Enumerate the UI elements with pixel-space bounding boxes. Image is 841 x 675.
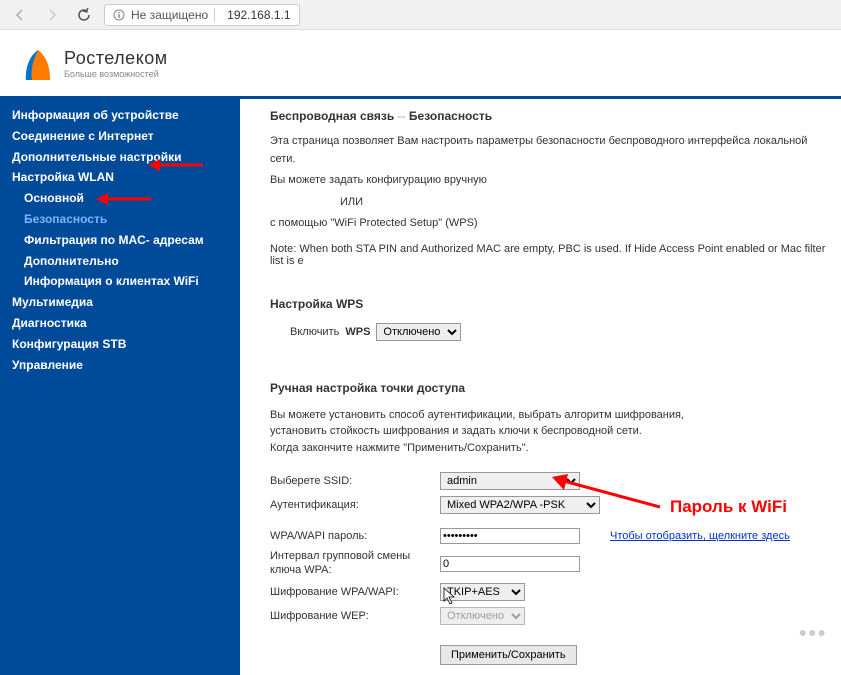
ap-desc-2: установить стойкость шифрования и задать… xyxy=(270,423,831,440)
sidebar-item-wlan-mac-filter[interactable]: Фильтрация по MAC- адресам xyxy=(0,230,240,251)
logo-area: Ростелеком Больше возможностей xyxy=(0,30,841,96)
sidebar-item-diagnostics[interactable]: Диагностика xyxy=(0,313,240,334)
wps-select[interactable]: Отключено xyxy=(376,323,461,341)
breadcrumb: Беспроводная связь -- Безопасность xyxy=(270,109,831,123)
sidebar-item-device-info[interactable]: Информация об устройстве xyxy=(0,105,240,126)
sidebar-item-multimedia[interactable]: Мультимедиа xyxy=(0,292,240,313)
sidebar-item-internet[interactable]: Соединение с Интернет xyxy=(0,126,240,147)
sidebar: Информация об устройстве Соединение с Ин… xyxy=(0,99,240,675)
breadcrumb-sep: -- xyxy=(398,109,406,123)
forward-button[interactable] xyxy=(40,3,64,27)
breadcrumb-part-1: Беспроводная связь xyxy=(270,109,394,123)
encryption-label: Шифрование WPA/WAPI: xyxy=(270,586,440,598)
sidebar-item-wlan-advanced[interactable]: Дополнительно xyxy=(0,251,240,272)
security-label: Не защищено xyxy=(131,8,208,22)
reload-button[interactable] xyxy=(72,3,96,27)
breadcrumb-part-2: Безопасность xyxy=(409,109,492,123)
apply-button[interactable]: Применить/Сохранить xyxy=(440,645,577,665)
ssid-label: Выберете SSID: xyxy=(270,475,440,487)
password-input[interactable] xyxy=(440,528,580,544)
page-desc-1: Эта страница позволяет Вам настроить пар… xyxy=(270,133,831,168)
sidebar-item-wlan-basic[interactable]: Основной xyxy=(0,188,240,209)
page-desc-4: с помощью "WiFi Protected Setup" (WPS) xyxy=(270,215,831,233)
interval-label: Интервал групповой смены ключа WPA: xyxy=(270,550,440,576)
address-bar[interactable]: Не защищено 192.168.1.1 xyxy=(104,4,300,26)
wps-section-title: Настройка WPS xyxy=(270,297,831,311)
ap-desc-3: Когда закончите нажмите "Применить/Сохра… xyxy=(270,440,831,457)
main-content: Беспроводная связь -- Безопасность Эта с… xyxy=(240,99,841,675)
sidebar-item-advanced[interactable]: Дополнительные настройки xyxy=(0,147,240,168)
page-desc-2: Вы можете задать конфигурацию вручную xyxy=(270,172,831,190)
watermark-dots: ●●● xyxy=(799,624,827,640)
ap-section-title: Ручная настройка точки доступа xyxy=(270,381,831,395)
url-divider xyxy=(214,8,215,22)
info-icon xyxy=(113,9,125,21)
wps-enable-label-2: WPS xyxy=(345,326,370,338)
wep-select[interactable]: Отключено xyxy=(440,607,525,625)
brand-name: Ростелеком xyxy=(64,48,168,69)
wep-label: Шифрование WEP: xyxy=(270,610,440,622)
brand-tagline: Больше возможностей xyxy=(64,69,168,79)
page-note: Note: When both STA PIN and Authorized M… xyxy=(270,243,831,267)
back-button[interactable] xyxy=(8,3,32,27)
auth-select[interactable]: Mixed WPA2/WPA -PSK xyxy=(440,496,600,514)
sidebar-item-wlan[interactable]: Настройка WLAN xyxy=(0,167,240,188)
sidebar-item-wlan-security[interactable]: Безопасность xyxy=(0,209,240,230)
ap-desc-1: Вы можете установить способ аутентификац… xyxy=(270,407,831,424)
page-desc-3: ИЛИ xyxy=(270,194,831,212)
sidebar-item-stb[interactable]: Конфигурация STB xyxy=(0,334,240,355)
url-text: 192.168.1.1 xyxy=(221,8,290,22)
auth-label: Аутентификация: xyxy=(270,499,440,511)
sidebar-item-wlan-clients[interactable]: Информация о клиентах WiFi xyxy=(0,271,240,292)
interval-input[interactable] xyxy=(440,556,580,572)
password-label: WPA/WAPI пароль: xyxy=(270,530,440,542)
show-password-link[interactable]: Чтобы отобразить, щелкните здесь xyxy=(610,530,790,542)
rostelecom-logo-icon xyxy=(20,42,56,84)
ssid-select[interactable]: admin xyxy=(440,472,580,490)
browser-toolbar: Не защищено 192.168.1.1 xyxy=(0,0,841,30)
sidebar-item-management[interactable]: Управление xyxy=(0,355,240,376)
wps-enable-label-1: Включить xyxy=(290,326,339,338)
encryption-select[interactable]: TKIP+AES xyxy=(440,583,525,601)
